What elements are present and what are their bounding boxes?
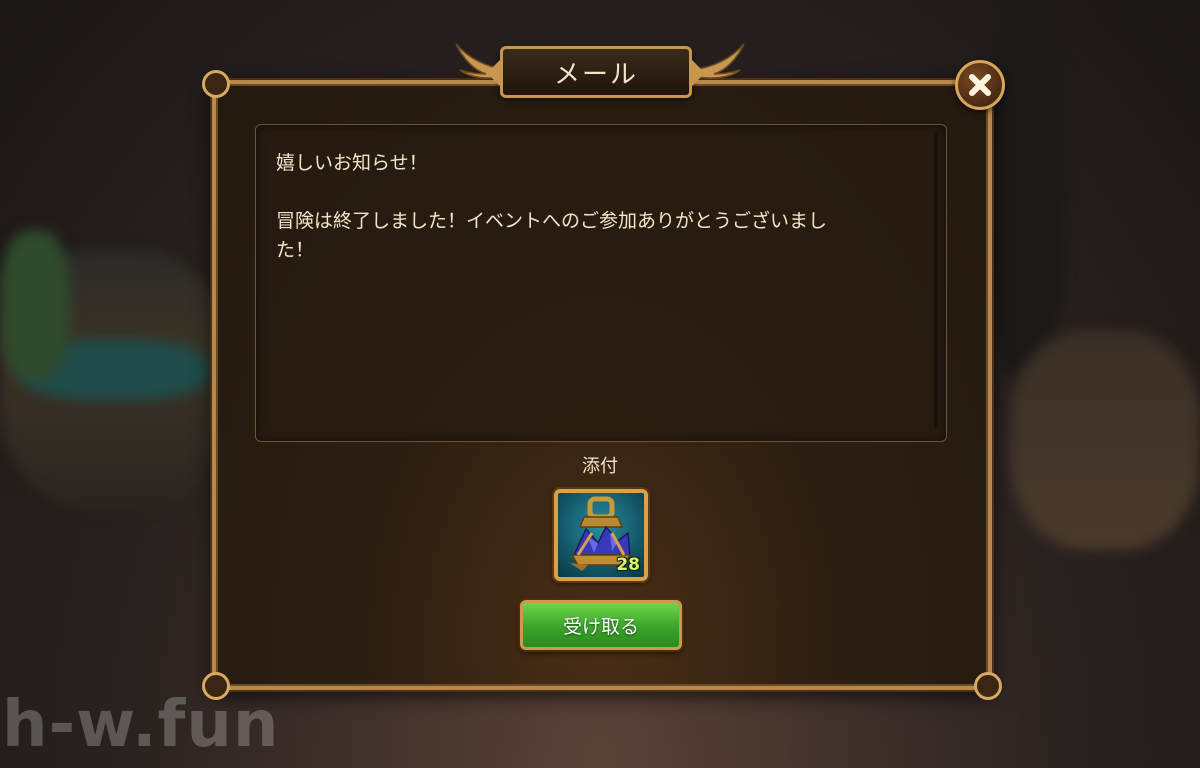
message-scrollbar[interactable] xyxy=(934,131,938,429)
attachment-label: 添付 xyxy=(582,456,618,477)
background-tower xyxy=(985,0,1065,380)
claim-button-label: 受け取る xyxy=(562,615,639,638)
frame-corner-ornament xyxy=(974,672,1002,700)
message-text-line: 冒険は終了しました！イベントへのご参加ありがとうございまし xyxy=(276,210,828,232)
dialog-title: メール xyxy=(553,59,638,90)
dialog-title-banner: メール xyxy=(487,46,705,98)
background-tree xyxy=(0,230,70,380)
close-x-icon xyxy=(969,74,991,96)
game-background: メール 嬉しいお知らせ！ 冒険は終了しました！イベントへのご参加ありがとうござい… xyxy=(0,0,1200,768)
watermark: h-w.fun xyxy=(2,688,280,762)
attachment-item[interactable]: 28 xyxy=(554,489,648,581)
message-text-line: た！ xyxy=(276,239,315,261)
message-greeting: 嬉しいお知らせ！ xyxy=(276,152,428,174)
close-button[interactable] xyxy=(955,60,1005,110)
frame-corner-ornament xyxy=(202,70,230,98)
message-body[interactable]: 嬉しいお知らせ！ 冒険は終了しました！イベントへのご参加ありがとうございまし た… xyxy=(255,124,947,442)
item-count-badge: 28 xyxy=(616,555,640,575)
background-building xyxy=(1010,330,1200,550)
claim-button[interactable]: 受け取る xyxy=(520,600,682,650)
